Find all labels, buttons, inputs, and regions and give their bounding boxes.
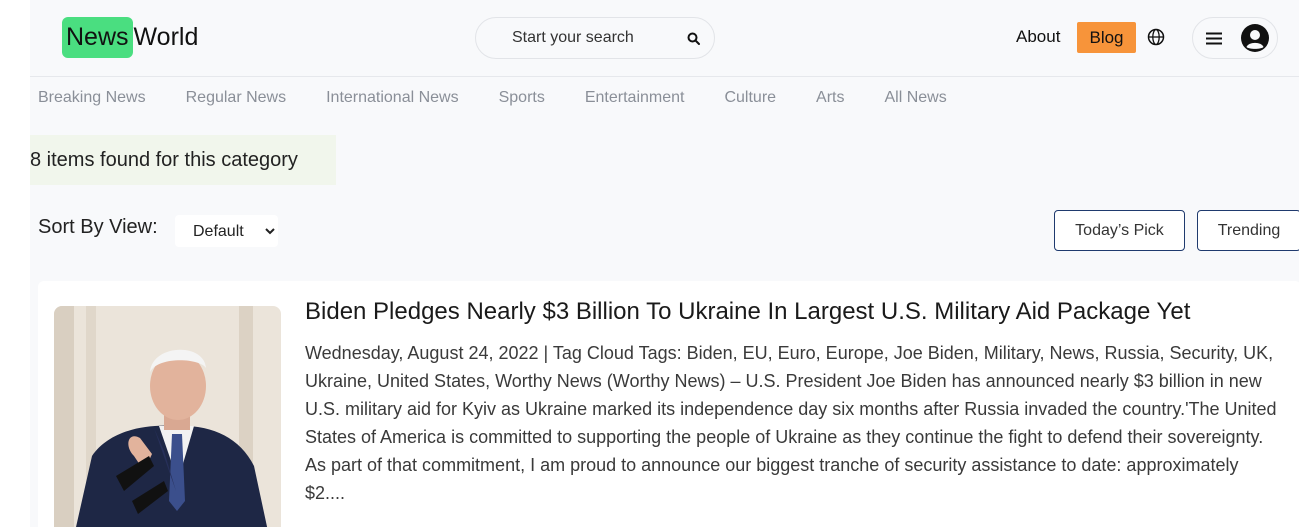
user-menu-button[interactable] [1192, 17, 1278, 59]
search-box [475, 17, 715, 59]
site-header: News World About Blog [30, 0, 1299, 77]
article-thumbnail[interactable] [54, 306, 281, 527]
nav-about-link[interactable]: About [1016, 27, 1060, 47]
site-logo[interactable]: News World [62, 17, 198, 58]
search-input[interactable] [512, 27, 672, 49]
category-nav: Breaking News Regular News International… [30, 86, 987, 110]
category-entertainment[interactable]: Entertainment [585, 86, 685, 110]
globe-icon[interactable] [1147, 28, 1165, 46]
category-all-news[interactable]: All News [885, 86, 947, 110]
result-count-banner: 8 items found for this category [30, 135, 336, 185]
search-icon[interactable] [686, 31, 702, 47]
todays-pick-button[interactable]: Today’s Pick [1054, 210, 1185, 251]
category-regular-news[interactable]: Regular News [186, 86, 286, 110]
sort-select[interactable]: Default [175, 215, 278, 247]
user-avatar-icon [1241, 24, 1269, 52]
category-culture[interactable]: Culture [724, 86, 776, 110]
trending-button[interactable]: Trending [1197, 210, 1299, 251]
article-card[interactable]: Biden Pledges Nearly $3 Billion To Ukrai… [38, 281, 1299, 527]
menu-icon [1206, 32, 1222, 45]
category-sports[interactable]: Sports [499, 86, 545, 110]
page: News World About Blog [30, 0, 1299, 527]
logo-world-text: World [133, 23, 199, 51]
sort-label: Sort By View: [38, 216, 158, 238]
category-arts[interactable]: Arts [816, 86, 844, 110]
nav-blog-button[interactable]: Blog [1077, 22, 1136, 53]
article-title[interactable]: Biden Pledges Nearly $3 Billion To Ukrai… [305, 297, 1295, 327]
category-breaking-news[interactable]: Breaking News [38, 86, 146, 110]
logo-news-text: News [62, 17, 133, 58]
category-international-news[interactable]: International News [326, 86, 459, 110]
article-excerpt: Wednesday, August 24, 2022 | Tag Cloud T… [305, 343, 1277, 503]
